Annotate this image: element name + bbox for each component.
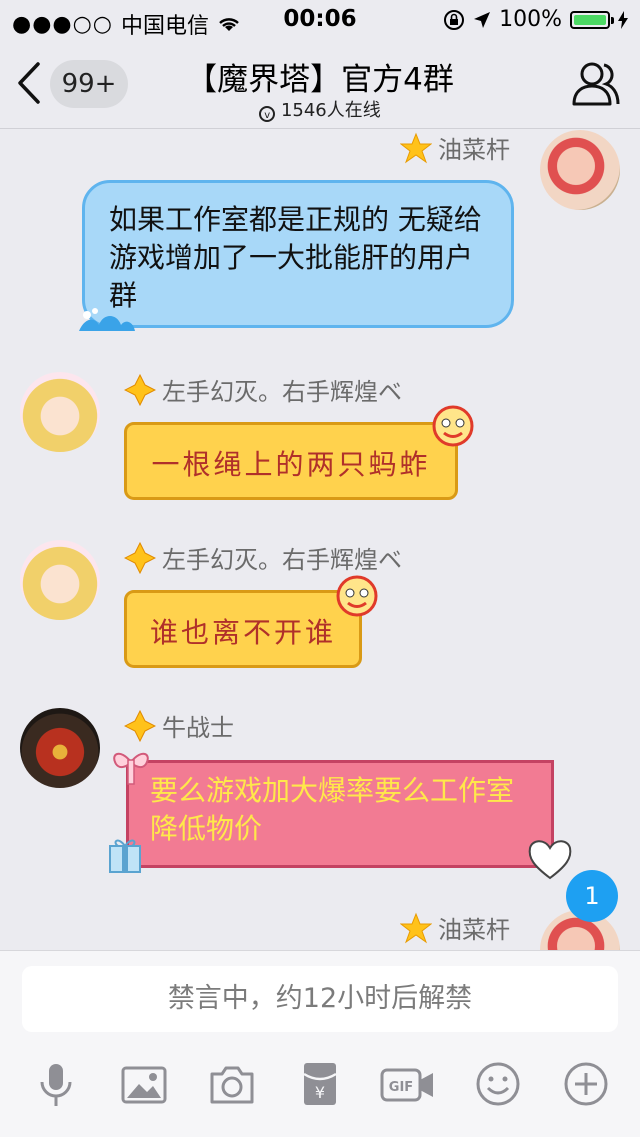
group-title[interactable]: 【魔界塔】官方4群: [0, 54, 640, 99]
image-icon[interactable]: [120, 1060, 168, 1108]
battery-percent: 100%: [499, 7, 562, 32]
nav-bar: 99+ 【魔界塔】官方4群 v 1546人在线: [0, 40, 640, 129]
online-count-label: 1546人在线: [280, 100, 381, 121]
lion-dance-icon: [336, 575, 378, 617]
status-right: 100%: [443, 7, 628, 32]
emoji-icon[interactable]: [474, 1060, 522, 1108]
ribbon-bow-icon: [113, 752, 149, 785]
avatar[interactable]: [20, 540, 100, 620]
message-text: 要么游戏加大爆率要么工作室降低物价: [150, 774, 515, 845]
orientation-lock-icon: [444, 9, 465, 30]
group-members-icon[interactable]: [570, 60, 622, 108]
gif-icon[interactable]: GIF: [380, 1060, 436, 1108]
sender-name-row: 左手幻灭。右手辉煌ベ: [124, 540, 402, 575]
sender-name-row: 油菜杆: [400, 130, 510, 165]
sender-name-row: 左手幻灭。右手辉煌ベ: [124, 372, 402, 407]
microphone-icon[interactable]: [32, 1060, 80, 1108]
camera-icon[interactable]: [208, 1060, 256, 1108]
diamond-badge-icon: [124, 373, 156, 406]
svg-text:GIF: GIF: [389, 1080, 413, 1095]
online-count[interactable]: v 1546人在线: [0, 96, 640, 122]
chevron-down-circle-icon: v: [259, 106, 276, 122]
message-bubble: 如果工作室都是正规的 无疑给游戏增加了一大批能肝的用户群: [79, 180, 514, 331]
sender-name: 左手幻灭。右手辉煌ベ: [162, 546, 402, 574]
sender-name: 左手幻灭。右手辉煌ベ: [162, 378, 402, 406]
avatar[interactable]: [540, 130, 620, 210]
sender-name: 油菜杆: [438, 136, 510, 164]
star-icon: [400, 912, 432, 943]
message-bubble: 谁也离不开谁: [124, 590, 362, 668]
sender-name: 油菜杆: [438, 916, 510, 944]
lion-dance-icon: [432, 405, 474, 447]
plus-icon[interactable]: [562, 1060, 610, 1108]
diamond-badge-icon: [124, 541, 156, 574]
message-text: 一根绳上的两只蚂蚱: [151, 448, 431, 481]
charging-icon: [618, 10, 628, 29]
gift-box-icon: [109, 839, 141, 873]
sender-name: 牛战士: [162, 714, 234, 742]
red-envelope-icon[interactable]: ¥: [296, 1060, 344, 1108]
avatar[interactable]: [20, 372, 100, 452]
svg-text:¥: ¥: [315, 1083, 325, 1102]
sender-name-row: 油菜杆: [400, 910, 510, 945]
message-text: 如果工作室都是正规的 无疑给游戏增加了一大批能肝的用户群: [109, 203, 482, 312]
wave-decoration-icon: [79, 308, 135, 331]
star-icon: [400, 132, 432, 163]
battery-icon: [570, 10, 614, 29]
mute-notice: 禁言中，约12小时后解禁: [22, 966, 618, 1032]
new-messages-badge[interactable]: 1: [566, 870, 618, 922]
diamond-badge-icon: [124, 709, 156, 742]
message-bubble: 一根绳上的两只蚂蚱: [124, 422, 458, 500]
avatar[interactable]: [20, 708, 100, 788]
sender-name-row: 牛战士: [124, 708, 234, 743]
message-text: 谁也离不开谁: [149, 616, 336, 649]
status-bar: ●●●○○ 中国电信 00:06 100%: [0, 0, 640, 40]
location-icon: [474, 11, 491, 28]
